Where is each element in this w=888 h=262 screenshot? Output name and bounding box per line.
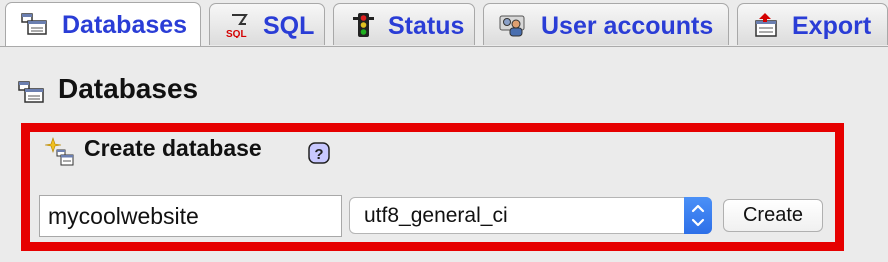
tab-label: Databases [62, 11, 188, 39]
create-button[interactable]: Create [723, 199, 823, 232]
users-icon [499, 15, 525, 37]
top-tab-bar: Databases SQL SQL Status User accounts E… [0, 0, 888, 47]
svg-text:?: ? [314, 146, 323, 163]
create-database-title: Create database [84, 135, 262, 161]
chevron-up-down-icon [691, 204, 705, 227]
tab-sql[interactable]: SQL SQL [209, 3, 325, 45]
collation-value: utf8_general_ci [364, 204, 508, 227]
tab-databases[interactable]: Databases [5, 2, 201, 46]
database-name-input[interactable] [39, 195, 342, 237]
help-icon[interactable]: ? [307, 141, 331, 165]
new-database-icon [45, 137, 74, 166]
tab-label: User accounts [541, 12, 714, 40]
page-title: Databases [58, 73, 199, 104]
database-icon [18, 81, 44, 103]
database-icon [21, 13, 47, 35]
svg-text:SQL: SQL [226, 29, 247, 38]
select-stepper[interactable] [684, 197, 712, 234]
tab-status[interactable]: Status [333, 3, 475, 45]
tab-export[interactable]: Export [737, 3, 888, 45]
sql-icon: SQL [226, 14, 248, 38]
tab-user-accounts[interactable]: User accounts [483, 3, 729, 45]
export-icon [755, 13, 777, 37]
collation-select[interactable]: utf8_general_ci [349, 197, 712, 234]
traffic-light-icon [353, 13, 374, 37]
tab-label: SQL [263, 12, 315, 40]
tab-label: Status [388, 12, 465, 40]
tab-label: Export [792, 12, 872, 40]
